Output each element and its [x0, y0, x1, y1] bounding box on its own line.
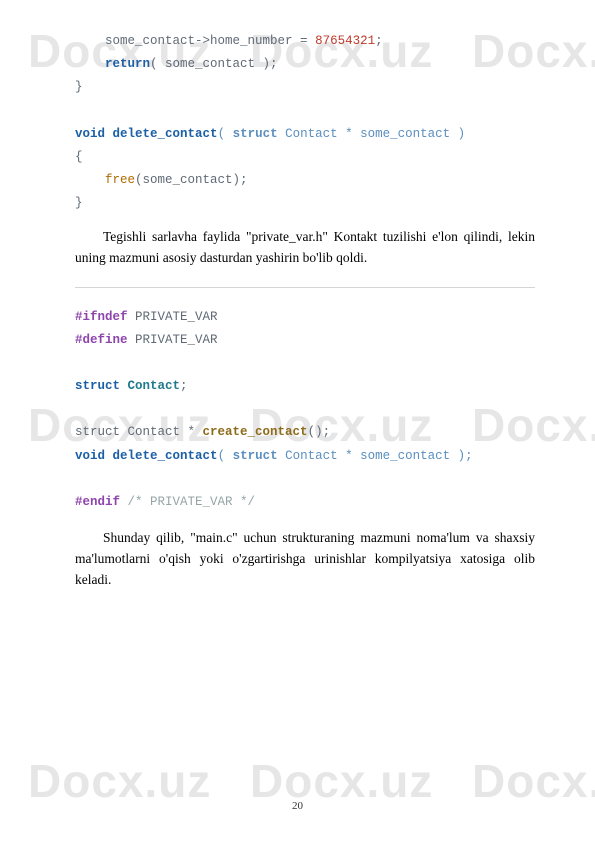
code-text — [120, 495, 128, 509]
code-text: ( some_contact ); — [150, 57, 278, 71]
code-text — [105, 449, 113, 463]
code-text: (some_contact); — [135, 173, 248, 187]
keyword-void: void — [75, 127, 105, 141]
page-content: some_contact->home_number = 87654321; re… — [0, 0, 595, 591]
code-text — [105, 127, 113, 141]
keyword-struct: struct — [75, 379, 120, 393]
comment: /* PRIVATE_VAR */ — [128, 495, 256, 509]
function-name: create_contact — [203, 425, 308, 439]
code-text: struct Contact * — [75, 425, 203, 439]
code-text: PRIVATE_VAR — [128, 333, 218, 347]
code-text: { — [75, 150, 83, 164]
code-text: some_contact->home_number = — [105, 34, 315, 48]
separator-line — [75, 287, 535, 288]
code-block-2: #ifndef PRIVATE_VAR #define PRIVATE_VAR … — [75, 306, 535, 514]
keyword-void: void — [75, 449, 105, 463]
preprocessor-endif: #endif — [75, 495, 120, 509]
code-text — [120, 379, 128, 393]
code-text: ( — [218, 127, 233, 141]
code-block-1: some_contact->home_number = 87654321; re… — [75, 30, 535, 215]
param-text: Contact * some_contact — [278, 449, 458, 463]
function-name: delete_contact — [113, 127, 218, 141]
code-text: ); — [458, 449, 473, 463]
paragraph: Tegishli sarlavha faylida "private_var.h… — [75, 227, 535, 269]
function-name: delete_contact — [113, 449, 218, 463]
code-text: (); — [308, 425, 331, 439]
preprocessor-define: #define — [75, 333, 128, 347]
keyword-struct: struct — [233, 449, 278, 463]
param-text: Contact * some_contact — [278, 127, 458, 141]
page-number: 20 — [0, 800, 595, 812]
code-text: } — [75, 196, 83, 210]
paragraph: Shunday qilib, "main.c" uchun strukturan… — [75, 528, 535, 591]
keyword-return: return — [105, 57, 150, 71]
preprocessor-ifndef: #ifndef — [75, 310, 128, 324]
code-text: ( — [218, 449, 233, 463]
number-literal: 87654321 — [315, 34, 375, 48]
keyword-struct: struct — [233, 127, 278, 141]
code-text: ; — [375, 34, 383, 48]
code-text: ; — [180, 379, 188, 393]
code-text: } — [75, 80, 83, 94]
code-text: PRIVATE_VAR — [128, 310, 218, 324]
function-free: free — [105, 173, 135, 187]
code-text: ) — [458, 127, 466, 141]
type-name: Contact — [128, 379, 181, 393]
